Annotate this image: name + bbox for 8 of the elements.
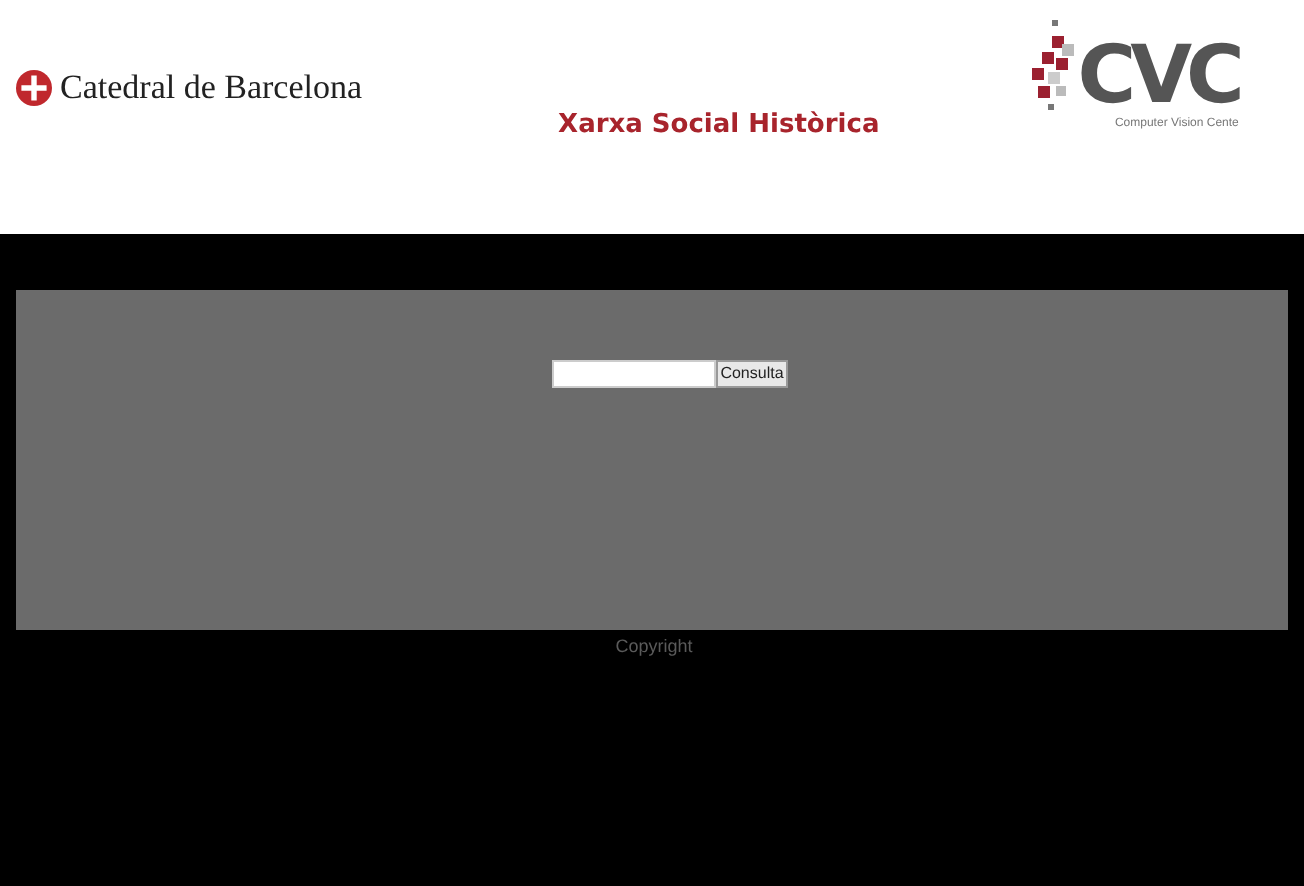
search-field[interactable]	[552, 360, 717, 388]
site-name: Catedral de Barcelona	[60, 68, 363, 108]
cross-icon	[16, 70, 52, 106]
squares-icon	[1031, 20, 1076, 112]
page-title: Xarxa Social Històrica	[558, 110, 880, 140]
consulta-button[interactable]: Consulta	[716, 360, 788, 388]
copyright-text: Copyright	[615, 636, 693, 660]
logo-mark: CVC	[1077, 40, 1239, 112]
